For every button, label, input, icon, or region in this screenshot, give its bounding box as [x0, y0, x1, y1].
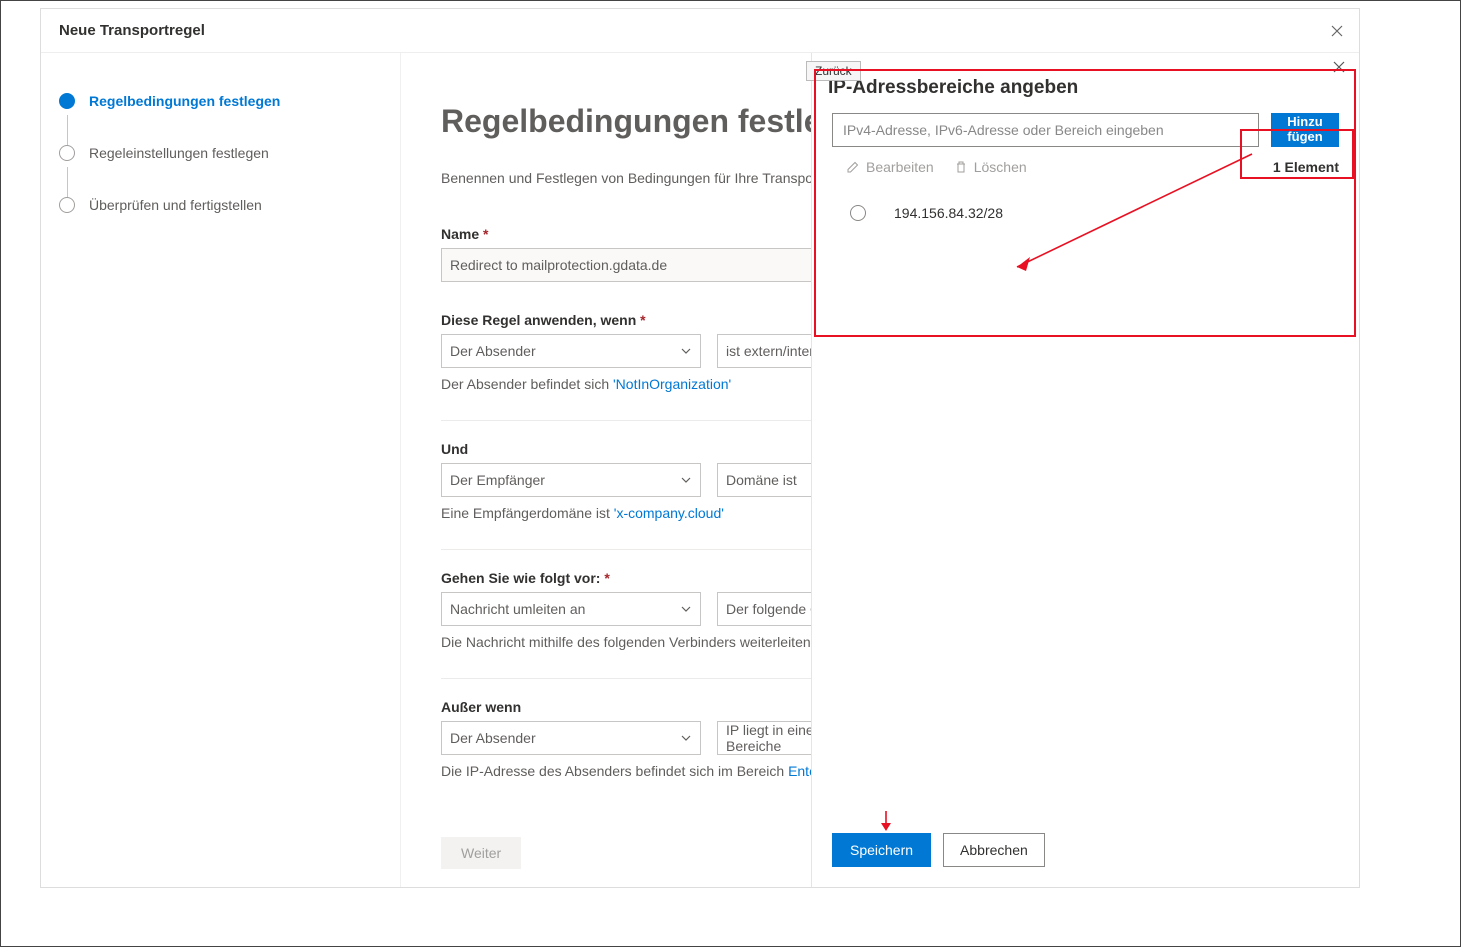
next-button[interactable]: Weiter [441, 837, 521, 869]
do-left-select[interactable]: Nachricht umleiten an [441, 592, 701, 626]
element-count: 1 Element [1273, 159, 1339, 175]
cancel-button[interactable]: Abbrechen [943, 833, 1045, 867]
trash-icon [954, 160, 968, 174]
save-button[interactable]: Speichern [832, 833, 931, 867]
chevron-down-icon [680, 474, 692, 486]
delete-action[interactable]: Löschen [954, 159, 1027, 175]
apply-when-left-select[interactable]: Der Absender [441, 334, 701, 368]
chevron-down-icon [680, 345, 692, 357]
chevron-down-icon [680, 603, 692, 615]
add-button[interactable]: Hinzu fügen [1271, 113, 1339, 147]
step-indicator-icon [59, 93, 75, 109]
radio-icon[interactable] [850, 205, 866, 221]
step-label: Überprüfen und fertigstellen [89, 197, 262, 213]
and-left-select[interactable]: Der Empfänger [441, 463, 701, 497]
chevron-down-icon [680, 732, 692, 744]
close-icon[interactable] [1333, 61, 1345, 73]
step-label: Regelbedingungen festlegen [89, 93, 280, 109]
step-settings[interactable]: Regeleinstellungen festlegen [59, 145, 376, 161]
step-conditions[interactable]: Regelbedingungen festlegen [59, 93, 376, 109]
close-icon[interactable] [1325, 19, 1349, 43]
step-review[interactable]: Überprüfen und fertigstellen [59, 197, 376, 213]
window-title: Neue Transportregel [59, 22, 205, 39]
window-header: Neue Transportregel [41, 9, 1359, 53]
edit-icon [846, 160, 860, 174]
step-indicator-icon [59, 197, 75, 213]
panel-heading: IP-Adressbereiche angeben [828, 77, 1359, 99]
ip-input[interactable]: IPv4-Adresse, IPv6-Adresse oder Bereich … [832, 113, 1259, 147]
modal-window: Neue Transportregel Regelbedingungen fes… [40, 8, 1360, 888]
except-left-select[interactable]: Der Absender [441, 721, 701, 755]
step-label: Regeleinstellungen festlegen [89, 145, 269, 161]
ip-list: 194.156.84.32/28 [812, 175, 1359, 221]
ip-ranges-panel: Zurück IP-Adressbereiche angeben IPv4-Ad… [811, 53, 1359, 887]
edit-action[interactable]: Bearbeiten [846, 159, 934, 175]
step-indicator-icon [59, 145, 75, 161]
back-button[interactable]: Zurück [806, 61, 861, 81]
wizard-steps: Regelbedingungen festlegen Regeleinstell… [41, 53, 401, 887]
annotation-arrow-icon [876, 809, 896, 835]
ip-value: 194.156.84.32/28 [894, 205, 1003, 221]
list-item[interactable]: 194.156.84.32/28 [850, 205, 1339, 221]
